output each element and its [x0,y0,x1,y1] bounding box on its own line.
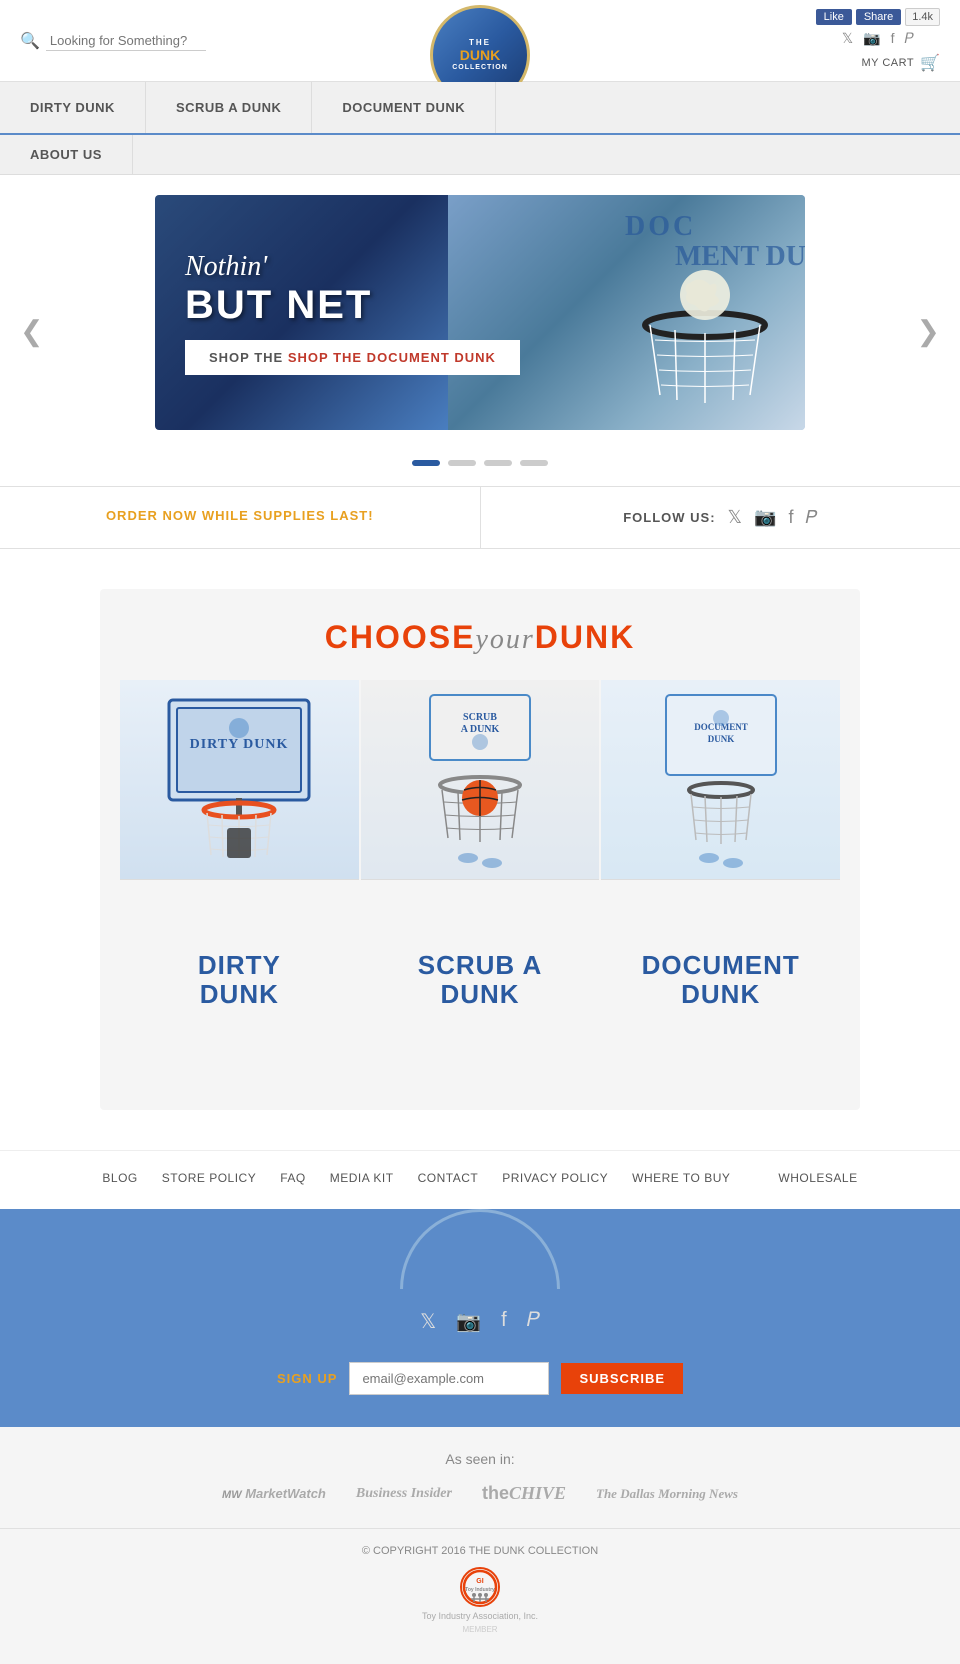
logo-line1: THE [452,38,508,48]
search-input[interactable] [46,31,206,51]
facebook-count: 1.4k [905,8,940,26]
instagram-follow-icon[interactable]: 📷 [754,507,776,528]
blog-link[interactable]: BLOG [102,1171,137,1189]
nav-item-about-us[interactable]: ABOUT US [0,135,133,174]
slider-dots [0,450,960,486]
slider-dot-1[interactable] [412,460,440,466]
copyright-area: © COPYRIGHT 2016 THE DUNK COLLECTION GI … [0,1528,960,1664]
svg-text:Toy Industry: Toy Industry [465,1587,495,1593]
where-to-buy-link[interactable]: WHERE TO BUY [632,1171,730,1189]
hero-tagline: Nothin' [185,251,520,283]
scrub-dunk-name: SCRUB A DUNK [418,951,542,1008]
choose-title-your: your [475,624,534,655]
scrub-dunk-image: SCRUB A DUNK [361,680,600,880]
marketwatch-logo: MW MarketWatch [222,1486,326,1501]
signup-label: SIGN UP [277,1371,337,1386]
hero-btn-label: SHOP THE DOCUMENT DUNK [288,350,496,365]
facebook-icon-top[interactable]: f [891,30,895,47]
slider-dot-2[interactable] [448,460,476,466]
twitter-footer-icon[interactable]: 𝕏 [420,1309,436,1334]
footer-bottom: 𝕏 📷 f 𝑃 SIGN UP SUBSCRIBE [0,1209,960,1427]
search-icon[interactable]: 🔍 [20,31,40,51]
hero-shop-button[interactable]: SHOP THE SHOP THE DOCUMENT DUNK [185,340,520,375]
as-seen-section: As seen in: MW MarketWatch Business Insi… [0,1427,960,1528]
doc-dunk-card[interactable]: DOCUMENT DUNK [601,680,840,1080]
svg-text:GI: GI [476,1578,483,1585]
cart-icon: 🛒 [920,53,940,73]
dallas-morning-news-logo: The Dallas Morning News [596,1486,738,1502]
slider-prev-button[interactable]: ❮ [10,314,53,347]
toy-icon: GI Toy Industry [460,1567,500,1607]
logo-line2: COLLECTION [452,64,508,72]
instagram-footer-icon[interactable]: 📷 [456,1309,481,1334]
thechive-logo: theCHIVE [482,1483,566,1504]
facebook-footer-icon[interactable]: f [501,1309,507,1334]
dirty-dunk-name: DIRTY DUNK [198,951,281,1008]
contact-link[interactable]: CONTACT [418,1171,479,1189]
footer-signup: SIGN UP SUBSCRIBE [20,1350,940,1407]
facebook-like-button[interactable]: Like [816,9,852,25]
pinterest-follow-icon[interactable]: 𝑃 [805,507,817,528]
nav-item-dirty-dunk[interactable]: DIRTY DUNK [0,82,146,133]
subscribe-button[interactable]: SUBSCRIBE [561,1363,683,1394]
faq-link[interactable]: FAQ [280,1171,306,1189]
choose-dunk-section: CHOOSEyourDUNK DIRTY DUNK [100,589,860,1110]
doc-dunk-name: DOCUMENT DUNK [642,951,800,1008]
svg-text:A DUNK: A DUNK [461,724,500,735]
as-seen-logos: MW MarketWatch Business Insider theCHIVE… [20,1483,940,1504]
choose-title-choose: CHOOSE [325,619,476,655]
cart-label: MY CART [861,57,914,69]
scrub-dunk-card[interactable]: SCRUB A DUNK [361,680,600,1080]
as-seen-title: As seen in: [20,1451,940,1467]
cart-area[interactable]: MY CART 🛒 [861,53,940,73]
slider-dot-4[interactable] [520,460,548,466]
order-bar: ORDER NOW WHILE SUPPLIES LAST! FOLLOW US… [0,486,960,549]
order-now-text: ORDER NOW WHILE SUPPLIES LAST! [106,508,374,523]
facebook-share-button[interactable]: Share [856,9,901,25]
copyright-text: © COPYRIGHT 2016 THE DUNK COLLECTION [20,1545,940,1557]
dirty-dunk-image: DIRTY DUNK [120,680,359,880]
svg-text:SCRUB: SCRUB [463,712,497,723]
store-policy-link[interactable]: STORE POLICY [162,1171,256,1189]
doc-dunk-image: DOCUMENT DUNK [601,680,840,880]
svg-text:DUNK: DUNK [707,734,734,744]
twitter-follow-icon[interactable]: 𝕏 [728,507,743,528]
wholesale-link[interactable]: WHOLESALE [778,1171,857,1189]
facebook-follow-icon[interactable]: f [788,507,793,528]
search-area: 🔍 [20,31,206,51]
pinterest-icon-top[interactable]: 𝑃 [905,30,914,47]
footer-social: 𝕏 📷 f 𝑃 [20,1289,940,1350]
nav-item-document-dunk[interactable]: DOCUMENT DUNK [312,82,496,133]
navigation: DIRTY DUNK SCRUB A DUNK DOCUMENT DUNK AB… [0,82,960,175]
social-top-area: Like Share 1.4k 𝕏 📷 f 𝑃 [816,8,940,47]
slider-next-button[interactable]: ❯ [907,314,950,347]
choose-title-dunk: DUNK [535,619,635,655]
hero-headline: BUT NET [185,283,520,328]
toy-assoc-member: MEMBER [462,1625,497,1634]
pinterest-footer-icon[interactable]: 𝑃 [527,1309,540,1334]
business-insider-logo: Business Insider [356,1486,452,1502]
products-grid: DIRTY DUNK [120,680,840,1080]
privacy-policy-link[interactable]: PRIVACY POLICY [502,1171,608,1189]
svg-text:DOC: DOC [625,211,696,242]
nav-item-scrub-a-dunk[interactable]: SCRUB A DUNK [146,82,312,133]
toy-association-logo: GI Toy Industry Toy Industry Association… [20,1567,940,1634]
instagram-icon-top[interactable]: 📷 [863,30,880,47]
email-input[interactable] [349,1362,549,1395]
dirty-dunk-card[interactable]: DIRTY DUNK [120,680,359,1080]
svg-text:MENT DU: MENT DU [675,241,805,272]
hero-slider: ❮ DOC MENT DU [0,175,960,486]
svg-text:DIRTY DUNK: DIRTY DUNK [190,737,289,752]
slider-dot-3[interactable] [484,460,512,466]
twitter-icon-top[interactable]: 𝕏 [842,30,853,47]
toy-assoc-label: Toy Industry Association, Inc. [422,1611,538,1621]
choose-title: CHOOSEyourDUNK [120,619,840,656]
media-kit-link[interactable]: MEDIA KIT [330,1171,394,1189]
follow-label: FOLLOW US: [623,510,715,525]
logo-dunk: DUNK [452,47,508,64]
footer-links: BLOG STORE POLICY FAQ MEDIA KIT CONTACT … [0,1150,960,1209]
